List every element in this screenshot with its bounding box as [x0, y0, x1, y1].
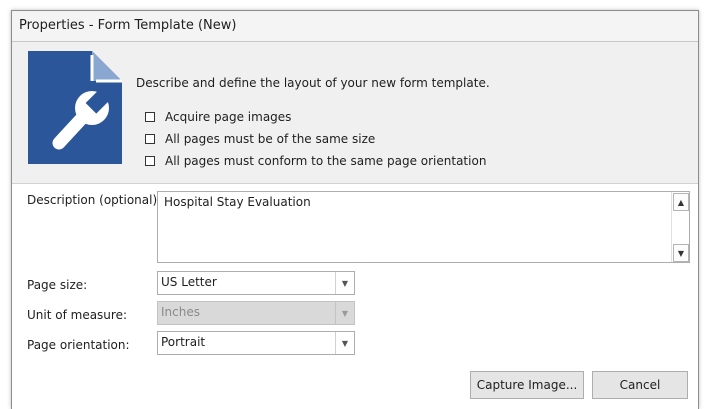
page-size-value: US Letter	[161, 275, 217, 289]
description-value: Hospital Stay Evaluation	[164, 195, 311, 209]
page-size-label: Page size:	[27, 278, 88, 292]
option-label: All pages must conform to the same page …	[165, 154, 487, 168]
header-panel: Describe and define the layout of your n…	[12, 42, 698, 184]
checkbox[interactable]	[145, 112, 155, 122]
option-same-orientation[interactable]: All pages must conform to the same page …	[145, 153, 486, 169]
option-same-size[interactable]: All pages must be of the same size	[145, 131, 375, 147]
option-label: Acquire page images	[165, 110, 292, 124]
orientation-label: Page orientation:	[27, 338, 130, 352]
page-size-select[interactable]: US Letter ▼	[157, 271, 355, 295]
title-bar[interactable]: Properties - Form Template (New)	[12, 11, 698, 42]
chevron-down-icon: ▼	[335, 302, 354, 324]
scroll-up-button[interactable]: ▲	[673, 193, 689, 211]
orientation-select[interactable]: Portrait ▼	[157, 331, 355, 355]
option-label: All pages must be of the same size	[165, 132, 376, 146]
checkbox[interactable]	[145, 156, 155, 166]
cancel-button[interactable]: Cancel	[592, 371, 688, 399]
unit-value: Inches	[161, 305, 200, 319]
form-template-wrench-icon	[28, 51, 122, 164]
orientation-value: Portrait	[161, 335, 206, 349]
header-description: Describe and define the layout of your n…	[136, 76, 490, 90]
chevron-down-icon[interactable]: ▼	[335, 272, 354, 294]
capture-image-button[interactable]: Capture Image...	[470, 371, 584, 399]
chevron-down-icon[interactable]: ▼	[335, 332, 354, 354]
unit-label: Unit of measure:	[27, 308, 128, 322]
unit-select: Inches ▼	[157, 301, 355, 325]
scroll-down-button[interactable]: ▼	[673, 244, 689, 262]
description-scrollbar[interactable]: ▲ ▼	[671, 192, 689, 262]
window-title: Properties - Form Template (New)	[19, 18, 237, 33]
description-label: Description (optional):	[27, 193, 162, 207]
checkbox[interactable]	[145, 134, 155, 144]
properties-dialog: Properties - Form Template (New) Describ…	[11, 10, 699, 409]
description-field[interactable]: Hospital Stay Evaluation ▲ ▼	[157, 191, 690, 263]
option-acquire-page-images[interactable]: Acquire page images	[145, 109, 291, 125]
